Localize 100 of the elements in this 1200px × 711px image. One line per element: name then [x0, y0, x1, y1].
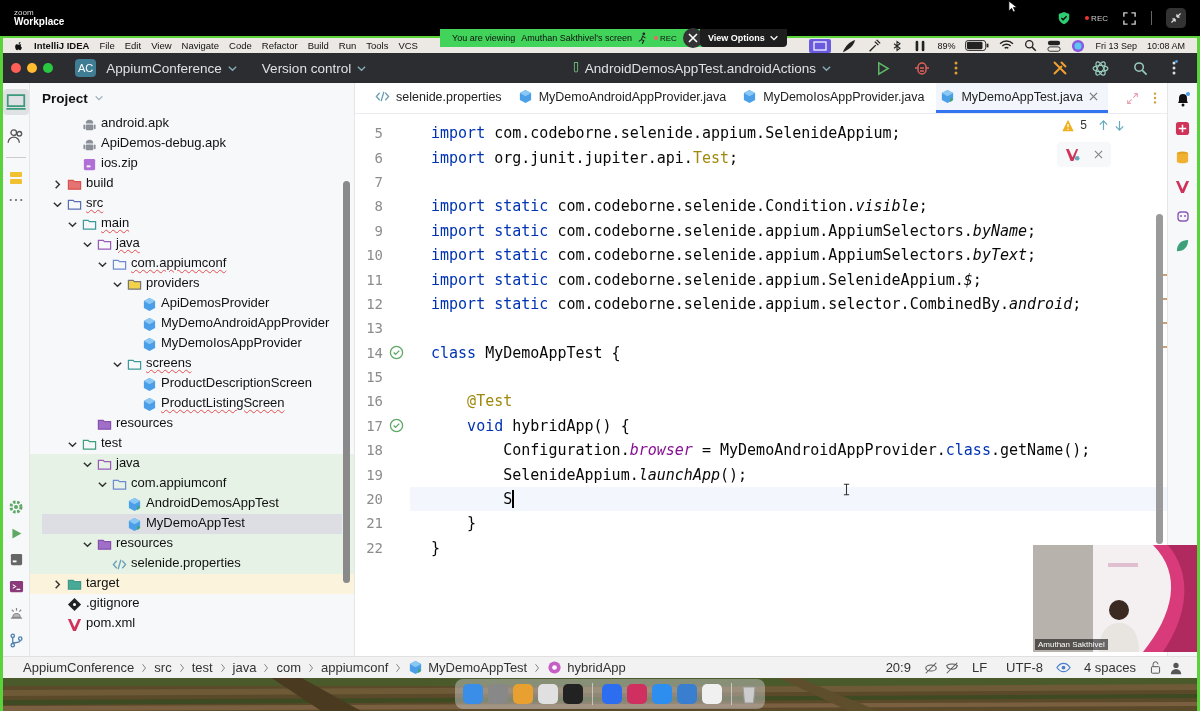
editor-tab[interactable]: MyDemoIosAppProvider.java — [738, 83, 935, 113]
more-icon[interactable] — [1172, 60, 1178, 76]
tree-item[interactable]: ApiDemos-debug.apk — [30, 134, 354, 154]
eye-icon[interactable] — [1055, 660, 1071, 675]
tree-item[interactable]: java — [30, 234, 354, 254]
bug-icon[interactable] — [914, 60, 930, 76]
tree-item[interactable]: MyDemoIosAppProvider — [30, 334, 354, 354]
maximize-window-button[interactable] — [43, 63, 53, 73]
chevron-right-icon[interactable] — [52, 578, 63, 590]
v-logo-icon[interactable] — [1175, 179, 1190, 194]
line-separator[interactable]: LF — [971, 660, 988, 675]
close-icon[interactable] — [1094, 150, 1103, 159]
tree-item[interactable]: MyDemoAndroidAppProvider — [30, 314, 354, 334]
tree-item[interactable]: .gitignore — [30, 594, 354, 614]
tree-item[interactable]: AndroidDemosAppTest — [30, 494, 354, 514]
app-icon[interactable] — [702, 684, 722, 704]
menu-item[interactable]: Code — [229, 40, 252, 51]
people-icon[interactable] — [7, 127, 25, 145]
tool-icon[interactable] — [867, 38, 882, 53]
tree-item[interactable]: ProductDescriptionScreen — [30, 374, 354, 394]
battery-icon[interactable] — [965, 40, 990, 51]
lock-icon[interactable] — [1149, 661, 1162, 674]
editor-tab[interactable]: MyDemoAndroidAppProvider.java — [513, 83, 737, 113]
project-window-icon[interactable] — [3, 89, 29, 115]
tree-item[interactable]: ApiDemosProvider — [30, 294, 354, 314]
breadcrumb[interactable]: hybridApp — [547, 660, 626, 675]
menu-item[interactable]: View — [151, 40, 172, 51]
person-icon[interactable] — [1169, 660, 1183, 675]
tree-item[interactable]: MyDemoAppTest — [30, 514, 354, 534]
robot-icon[interactable] — [1174, 208, 1191, 224]
menu-item[interactable]: Run — [338, 40, 357, 51]
search-icon[interactable] — [1024, 39, 1038, 52]
arrow-down-icon[interactable] — [1114, 119, 1125, 131]
breadcrumb[interactable]: appiumconf — [321, 660, 389, 675]
search-icon[interactable] — [1133, 60, 1148, 76]
close-icon[interactable] — [1089, 92, 1098, 101]
scrollbar[interactable] — [1156, 214, 1163, 544]
focus-icon[interactable] — [1122, 10, 1137, 26]
caret-position[interactable]: 20:9 — [885, 660, 911, 675]
tree-item[interactable]: target — [30, 574, 354, 594]
menu-item[interactable]: Navigate — [181, 40, 220, 51]
close-window-button[interactable] — [11, 63, 21, 73]
scrollbar[interactable] — [343, 181, 350, 583]
wifi-icon[interactable] — [999, 40, 1015, 51]
menu-item[interactable]: Tools — [366, 40, 389, 51]
menu-item[interactable]: File — [99, 40, 115, 51]
bluetooth-icon[interactable] — [891, 38, 904, 53]
indent-setting[interactable]: 4 spaces — [1083, 660, 1136, 675]
breadcrumb[interactable]: src — [154, 660, 172, 675]
tree-item[interactable]: java — [30, 454, 354, 474]
plus-square-icon[interactable] — [1175, 121, 1190, 136]
window-icon[interactable] — [8, 552, 24, 567]
app-icon[interactable] — [563, 684, 583, 704]
tree-item[interactable]: android.apk — [30, 114, 354, 134]
menu-item[interactable]: Edit — [124, 40, 142, 51]
breadcrumb[interactable]: AppiumConference — [23, 660, 135, 675]
tree-item[interactable]: com.appiumconf — [30, 254, 354, 274]
tree-item[interactable]: selenide.properties — [30, 554, 354, 574]
project-badge[interactable]: AC — [75, 59, 97, 77]
more-icon[interactable] — [9, 198, 23, 202]
breadcrumb[interactable]: com — [276, 660, 302, 675]
gear-icon[interactable] — [8, 499, 24, 515]
project-dropdown[interactable]: AppiumConference — [106, 57, 238, 79]
leaf-icon[interactable] — [1175, 238, 1190, 253]
tree-item[interactable]: src — [30, 194, 354, 214]
tree-item[interactable]: build — [30, 174, 354, 194]
tree-item[interactable]: providers — [30, 274, 354, 294]
tree-item[interactable]: com.appiumconf — [30, 474, 354, 494]
more-icon[interactable] — [954, 60, 958, 76]
v-logo-icon[interactable] — [1065, 147, 1080, 162]
orb-icon[interactable] — [1071, 38, 1086, 53]
hammer-icon[interactable] — [1052, 60, 1068, 76]
tree-item[interactable]: ios.zip — [30, 154, 354, 174]
run-configuration-dropdown[interactable]: AndroidDemosAppTest.androidActions — [571, 57, 832, 79]
editor-tab[interactable]: MyDemoAppTest.java — [936, 83, 1108, 113]
breadcrumb[interactable]: java — [232, 660, 257, 675]
run-icon[interactable] — [875, 60, 890, 76]
app-icon[interactable] — [538, 684, 558, 704]
branch-icon[interactable] — [8, 633, 24, 648]
check-circle-icon[interactable] — [389, 418, 404, 434]
atom-icon[interactable] — [1092, 59, 1109, 77]
panel-title[interactable]: Project — [42, 90, 88, 106]
warning-count[interactable]: 5 — [1080, 118, 1087, 132]
tree-item[interactable]: resources — [30, 534, 354, 554]
breadcrumb[interactable]: MyDemoAppTest — [408, 660, 528, 675]
tree-item[interactable]: resources — [30, 414, 354, 434]
menu-item[interactable]: VCS — [398, 40, 418, 51]
terminal-icon[interactable] — [8, 579, 24, 594]
collapse-icon[interactable] — [1166, 8, 1186, 28]
breadcrumb[interactable]: test — [191, 660, 213, 675]
tree-item[interactable]: ProductListingScreen — [30, 394, 354, 414]
eye-off-icon[interactable] — [923, 660, 938, 675]
alert-icon[interactable] — [8, 606, 24, 621]
check-circle-icon[interactable] — [389, 345, 404, 361]
screen-share-icon[interactable] — [809, 38, 832, 53]
feather-icon[interactable] — [841, 38, 858, 53]
tree-item[interactable]: main — [30, 214, 354, 234]
run-icon[interactable] — [9, 527, 23, 540]
editor-tab[interactable]: selenide.properties — [371, 83, 512, 113]
minimize-window-button[interactable] — [27, 63, 37, 73]
